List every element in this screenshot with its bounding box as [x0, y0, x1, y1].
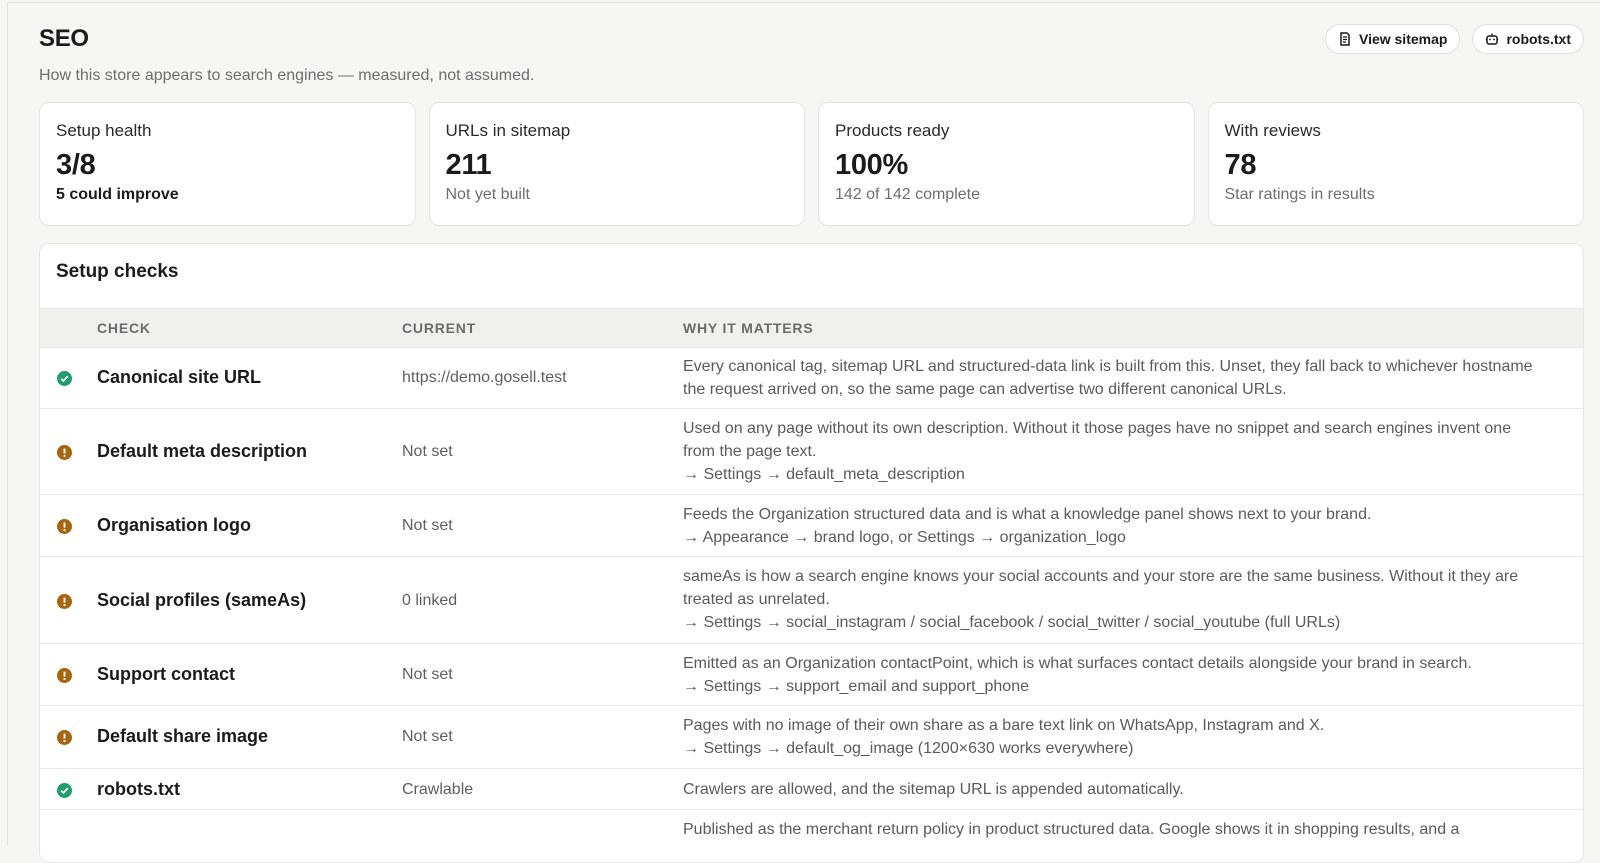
check-name: Support contact — [97, 664, 235, 684]
stat-sub: 5 could improve — [56, 186, 179, 203]
stat-value: 211 — [445, 149, 492, 181]
header-actions: View sitemap robots.txt — [1324, 24, 1584, 54]
table-row: robots.txt Crawlable Crawlers are allowe… — [40, 769, 1583, 810]
warning-icon — [57, 445, 72, 460]
stat-label: Setup health — [56, 121, 152, 140]
check-name: Social profiles (sameAs) — [97, 590, 307, 610]
warning-icon — [57, 594, 72, 609]
stat-card-setup-health: Setup health 3/8 5 could improve — [39, 102, 416, 226]
check-why: Feeds the Organization structured data a… — [683, 503, 1533, 549]
stat-label: Products ready — [835, 121, 950, 140]
stat-sub: Not yet built — [445, 186, 530, 203]
robots-txt-button[interactable]: robots.txt — [1472, 24, 1584, 54]
check-why-text: Crawlers are allowed, and the sitemap UR… — [683, 781, 1184, 798]
check-name: Organisation logo — [97, 515, 252, 535]
warning-icon — [57, 519, 72, 534]
check-name: Canonical site URL — [97, 367, 262, 387]
column-header-why: WHY IT MATTERS — [683, 320, 814, 336]
stat-card-with-reviews: With reviews 78 Star ratings in results — [1207, 102, 1584, 226]
check-why: Used on any page without its own descrip… — [683, 417, 1533, 486]
check-current: Not set — [402, 728, 453, 745]
check-current: Crawlable — [402, 781, 474, 798]
check-name: robots.txt — [97, 779, 180, 799]
check-current: Not set — [402, 666, 453, 683]
table-row: Canonical site URL https://demo.gosell.t… — [40, 347, 1583, 409]
document-icon — [1340, 32, 1350, 46]
robots-txt-label: robots.txt — [1506, 31, 1571, 47]
stat-value: 3/8 — [56, 149, 96, 181]
stat-value: 100% — [835, 149, 908, 181]
check-hint: → Appearance → brand logo, or Settings →… — [683, 529, 1126, 546]
warning-icon — [57, 730, 72, 745]
warning-icon — [57, 668, 72, 683]
check-current: Not set — [402, 443, 453, 460]
check-hint: → Settings → default_og_image (1200×630 … — [683, 740, 1134, 757]
check-current: https://demo.gosell.test — [402, 369, 567, 386]
table-row: Default share image Not set Pages with n… — [40, 706, 1583, 769]
stat-card-products-ready: Products ready 100% 142 of 142 complete — [818, 102, 1195, 226]
check-why-text: Published as the merchant return policy … — [683, 821, 1460, 838]
checks-table-body: Canonical site URL https://demo.gosell.t… — [40, 347, 1583, 862]
stats-row: Setup health 3/8 5 could improve URLs in… — [39, 102, 1584, 226]
table-row: Organisation logo Not set Feeds the Orga… — [40, 495, 1583, 557]
view-sitemap-button[interactable]: View sitemap — [1324, 24, 1461, 54]
table-header: CHECK CURRENT WHY IT MATTERS — [40, 308, 1583, 348]
check-current: Not set — [402, 517, 453, 534]
check-current: 0 linked — [402, 592, 458, 609]
check-why-text: Every canonical tag, sitemap URL and str… — [683, 358, 1533, 398]
check-ok-icon — [57, 783, 72, 798]
check-why: Every canonical tag, sitemap URL and str… — [683, 355, 1533, 401]
setup-checks-panel: Setup checks CHECK CURRENT WHY IT MATTER… — [39, 243, 1584, 863]
stat-value: 78 — [1224, 149, 1257, 181]
check-ok-icon — [57, 371, 72, 386]
table-row: Social profiles (sameAs) 0 linked sameAs… — [40, 557, 1583, 644]
stat-sub: 142 of 142 complete — [835, 186, 980, 203]
column-header-check: CHECK — [97, 320, 151, 336]
check-why-text: sameAs is how a search engine knows your… — [683, 568, 1519, 608]
robot-icon — [1486, 33, 1499, 45]
check-why-text: Feeds the Organization structured data a… — [683, 506, 1372, 523]
stat-card-urls-in-sitemap: URLs in sitemap 211 Not yet built — [428, 102, 805, 226]
check-why-text: Emitted as an Organization contactPoint,… — [683, 655, 1472, 672]
content-frame: SEO How this store appears to search eng… — [7, 2, 1600, 863]
setup-checks-title: Setup checks — [56, 261, 179, 282]
page-subtitle: How this store appears to search engines… — [39, 67, 535, 84]
check-hint: → Settings → default_meta_description — [683, 466, 965, 483]
view-sitemap-label: View sitemap — [1358, 31, 1448, 47]
column-header-current: CURRENT — [402, 320, 477, 336]
page-title: SEO — [39, 25, 89, 52]
check-why: Crawlers are allowed, and the sitemap UR… — [683, 778, 1533, 801]
stat-label: URLs in sitemap — [445, 121, 571, 140]
check-why-text: Pages with no image of their own share a… — [683, 717, 1325, 734]
check-why: Pages with no image of their own share a… — [683, 714, 1533, 760]
stat-label: With reviews — [1224, 121, 1321, 140]
stat-sub: Star ratings in results — [1224, 186, 1375, 203]
check-why: sameAs is how a search engine knows your… — [683, 565, 1533, 634]
check-why: Emitted as an Organization contactPoint,… — [683, 652, 1533, 698]
check-why: Published as the merchant return policy … — [683, 818, 1533, 841]
table-row: Support contact Not set Emitted as an Or… — [40, 644, 1583, 706]
check-why-text: Used on any page without its own descrip… — [683, 420, 1512, 460]
check-name: Default share image — [97, 726, 269, 746]
table-row: Default meta description Not set Used on… — [40, 409, 1583, 495]
check-hint: → Settings → social_instagram / social_f… — [683, 614, 1341, 631]
check-name: Default meta description — [97, 441, 308, 461]
table-row: Published as the merchant return policy … — [40, 810, 1583, 862]
check-hint: → Settings → support_email and support_p… — [683, 678, 1029, 695]
